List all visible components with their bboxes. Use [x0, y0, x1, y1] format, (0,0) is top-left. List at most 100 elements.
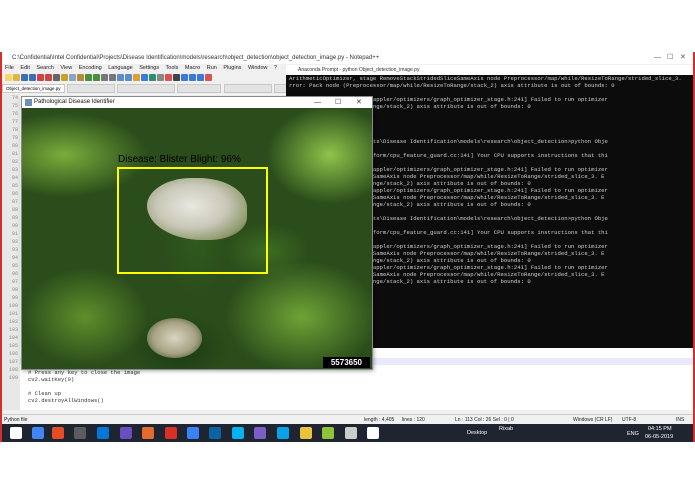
- line-number: 109: [8, 375, 18, 381]
- save-macro-icon[interactable]: [197, 74, 204, 81]
- tab-object-detection-image[interactable]: Object_detection_image.py: [2, 84, 65, 93]
- line-number: 87: [11, 199, 18, 205]
- viewer-minimize-button[interactable]: —: [314, 97, 321, 108]
- python-window-icon[interactable]: [367, 427, 379, 439]
- zoom-in-icon[interactable]: [117, 74, 124, 81]
- notepad-title-bar: C:\Confidential\Intel Confidential\Proje…: [2, 52, 693, 64]
- menu-edit[interactable]: Edit: [20, 65, 29, 71]
- visual-studio-icon[interactable]: [142, 427, 154, 439]
- tab-file-4[interactable]: [177, 84, 222, 93]
- line-number: 80: [11, 143, 18, 149]
- app-window-icon: [25, 99, 32, 106]
- menu-run[interactable]: Run: [207, 65, 217, 71]
- new-file-icon[interactable]: [5, 74, 12, 81]
- line-number: 74: [11, 95, 18, 101]
- detection-label: Disease: Blister Blight: 96%: [118, 154, 241, 165]
- save-icon[interactable]: [21, 74, 28, 81]
- wrap-icon[interactable]: [141, 74, 148, 81]
- line-number: 82: [11, 159, 18, 165]
- maximize-button[interactable]: ☐: [667, 52, 673, 64]
- tab-file-3[interactable]: [117, 84, 176, 93]
- browser-icon[interactable]: [209, 427, 221, 439]
- menu-window[interactable]: Window: [248, 65, 268, 71]
- chrome-icon[interactable]: [52, 427, 64, 439]
- file-explorer-icon[interactable]: [97, 427, 109, 439]
- line-number: 96: [11, 271, 18, 277]
- minimize-button[interactable]: —: [654, 52, 661, 64]
- line-number: 102: [8, 319, 18, 325]
- notepad-toolbar: [2, 73, 295, 83]
- language-indicator[interactable]: ENG: [627, 431, 639, 437]
- sync-scroll-icon[interactable]: [133, 74, 140, 81]
- print-icon[interactable]: [53, 74, 60, 81]
- start-icon[interactable]: [10, 427, 22, 439]
- line-number: 101: [8, 311, 18, 317]
- menu-settings[interactable]: Settings: [139, 65, 159, 71]
- replace-icon[interactable]: [109, 74, 116, 81]
- record-macro-icon[interactable]: [165, 74, 172, 81]
- redo-icon[interactable]: [93, 74, 100, 81]
- user-name[interactable]: Rixab: [499, 426, 513, 432]
- teams-icon[interactable]: [277, 427, 289, 439]
- notepad-tab-strip: Object_detection_image.py: [2, 84, 312, 93]
- vscode-icon[interactable]: [120, 427, 132, 439]
- desktop-toolbar-label[interactable]: Desktop: [467, 430, 487, 436]
- line-number: 83: [11, 167, 18, 173]
- menu-encoding[interactable]: Encoding: [79, 65, 102, 71]
- disease-identifier-window[interactable]: Pathological Disease Identifier — ☐ ✕ Di…: [21, 96, 373, 370]
- taskview-icon[interactable]: [32, 427, 44, 439]
- skype-business-icon[interactable]: [300, 427, 312, 439]
- abc-spellcheck-icon[interactable]: [205, 74, 212, 81]
- line-number: 104: [8, 335, 18, 341]
- paste-icon[interactable]: [77, 74, 84, 81]
- line-number: 86: [11, 191, 18, 197]
- close-button[interactable]: ✕: [680, 52, 686, 64]
- clock-time[interactable]: 04:15 PM: [648, 426, 672, 432]
- line-number: 108: [8, 367, 18, 373]
- copy-icon[interactable]: [69, 74, 76, 81]
- save-all-icon[interactable]: [29, 74, 36, 81]
- viewer-maximize-button[interactable]: ☐: [335, 97, 341, 108]
- line-number: 84: [11, 175, 18, 181]
- menu-macro[interactable]: Macro: [185, 65, 200, 71]
- tab-file-2[interactable]: [66, 84, 115, 93]
- menu-file[interactable]: File: [5, 65, 14, 71]
- undo-icon[interactable]: [85, 74, 92, 81]
- menu-language[interactable]: Language: [108, 65, 132, 71]
- line-number: 95: [11, 263, 18, 269]
- line-number: 81: [11, 151, 18, 157]
- tab-file-5[interactable]: [223, 84, 272, 93]
- anaconda-icon[interactable]: [345, 427, 357, 439]
- menu-plugins[interactable]: Plugins: [223, 65, 241, 71]
- windows-taskbar: Desktop Rixab ENG 04:15 PM 06-05-2019: [2, 424, 693, 442]
- zoom-out-icon[interactable]: [125, 74, 132, 81]
- console-line: rror: Pack node (Preprocessor/map/while/…: [289, 82, 615, 89]
- git-icon[interactable]: [165, 427, 177, 439]
- line-number: 106: [8, 351, 18, 357]
- skype-icon[interactable]: [254, 427, 266, 439]
- stop-macro-icon[interactable]: [173, 74, 180, 81]
- clock-date[interactable]: 06-05-2019: [645, 434, 673, 440]
- cut-icon[interactable]: [61, 74, 68, 81]
- indent-guide-icon[interactable]: [157, 74, 164, 81]
- close-file-icon[interactable]: [37, 74, 44, 81]
- powerpoint-icon[interactable]: [187, 427, 199, 439]
- play-macro-icon[interactable]: [181, 74, 188, 81]
- outlook-icon[interactable]: [232, 427, 244, 439]
- notepad-plus-plus-icon[interactable]: [322, 427, 334, 439]
- viewer-title: Pathological Disease Identifier: [34, 99, 115, 105]
- close-all-icon[interactable]: [45, 74, 52, 81]
- menu-view[interactable]: View: [60, 65, 72, 71]
- line-number: 105: [8, 343, 18, 349]
- open-file-icon[interactable]: [13, 74, 20, 81]
- viewer-close-button[interactable]: ✕: [356, 97, 362, 108]
- run-macro-icon[interactable]: [189, 74, 196, 81]
- show-all-icon[interactable]: [149, 74, 156, 81]
- firefox-icon[interactable]: [74, 427, 86, 439]
- menu-tools[interactable]: Tools: [166, 65, 179, 71]
- menu-search[interactable]: Search: [36, 65, 53, 71]
- find-icon[interactable]: [101, 74, 108, 81]
- menu-help[interactable]: ?: [274, 65, 277, 71]
- code-line: # Press any key to close the image: [28, 369, 141, 376]
